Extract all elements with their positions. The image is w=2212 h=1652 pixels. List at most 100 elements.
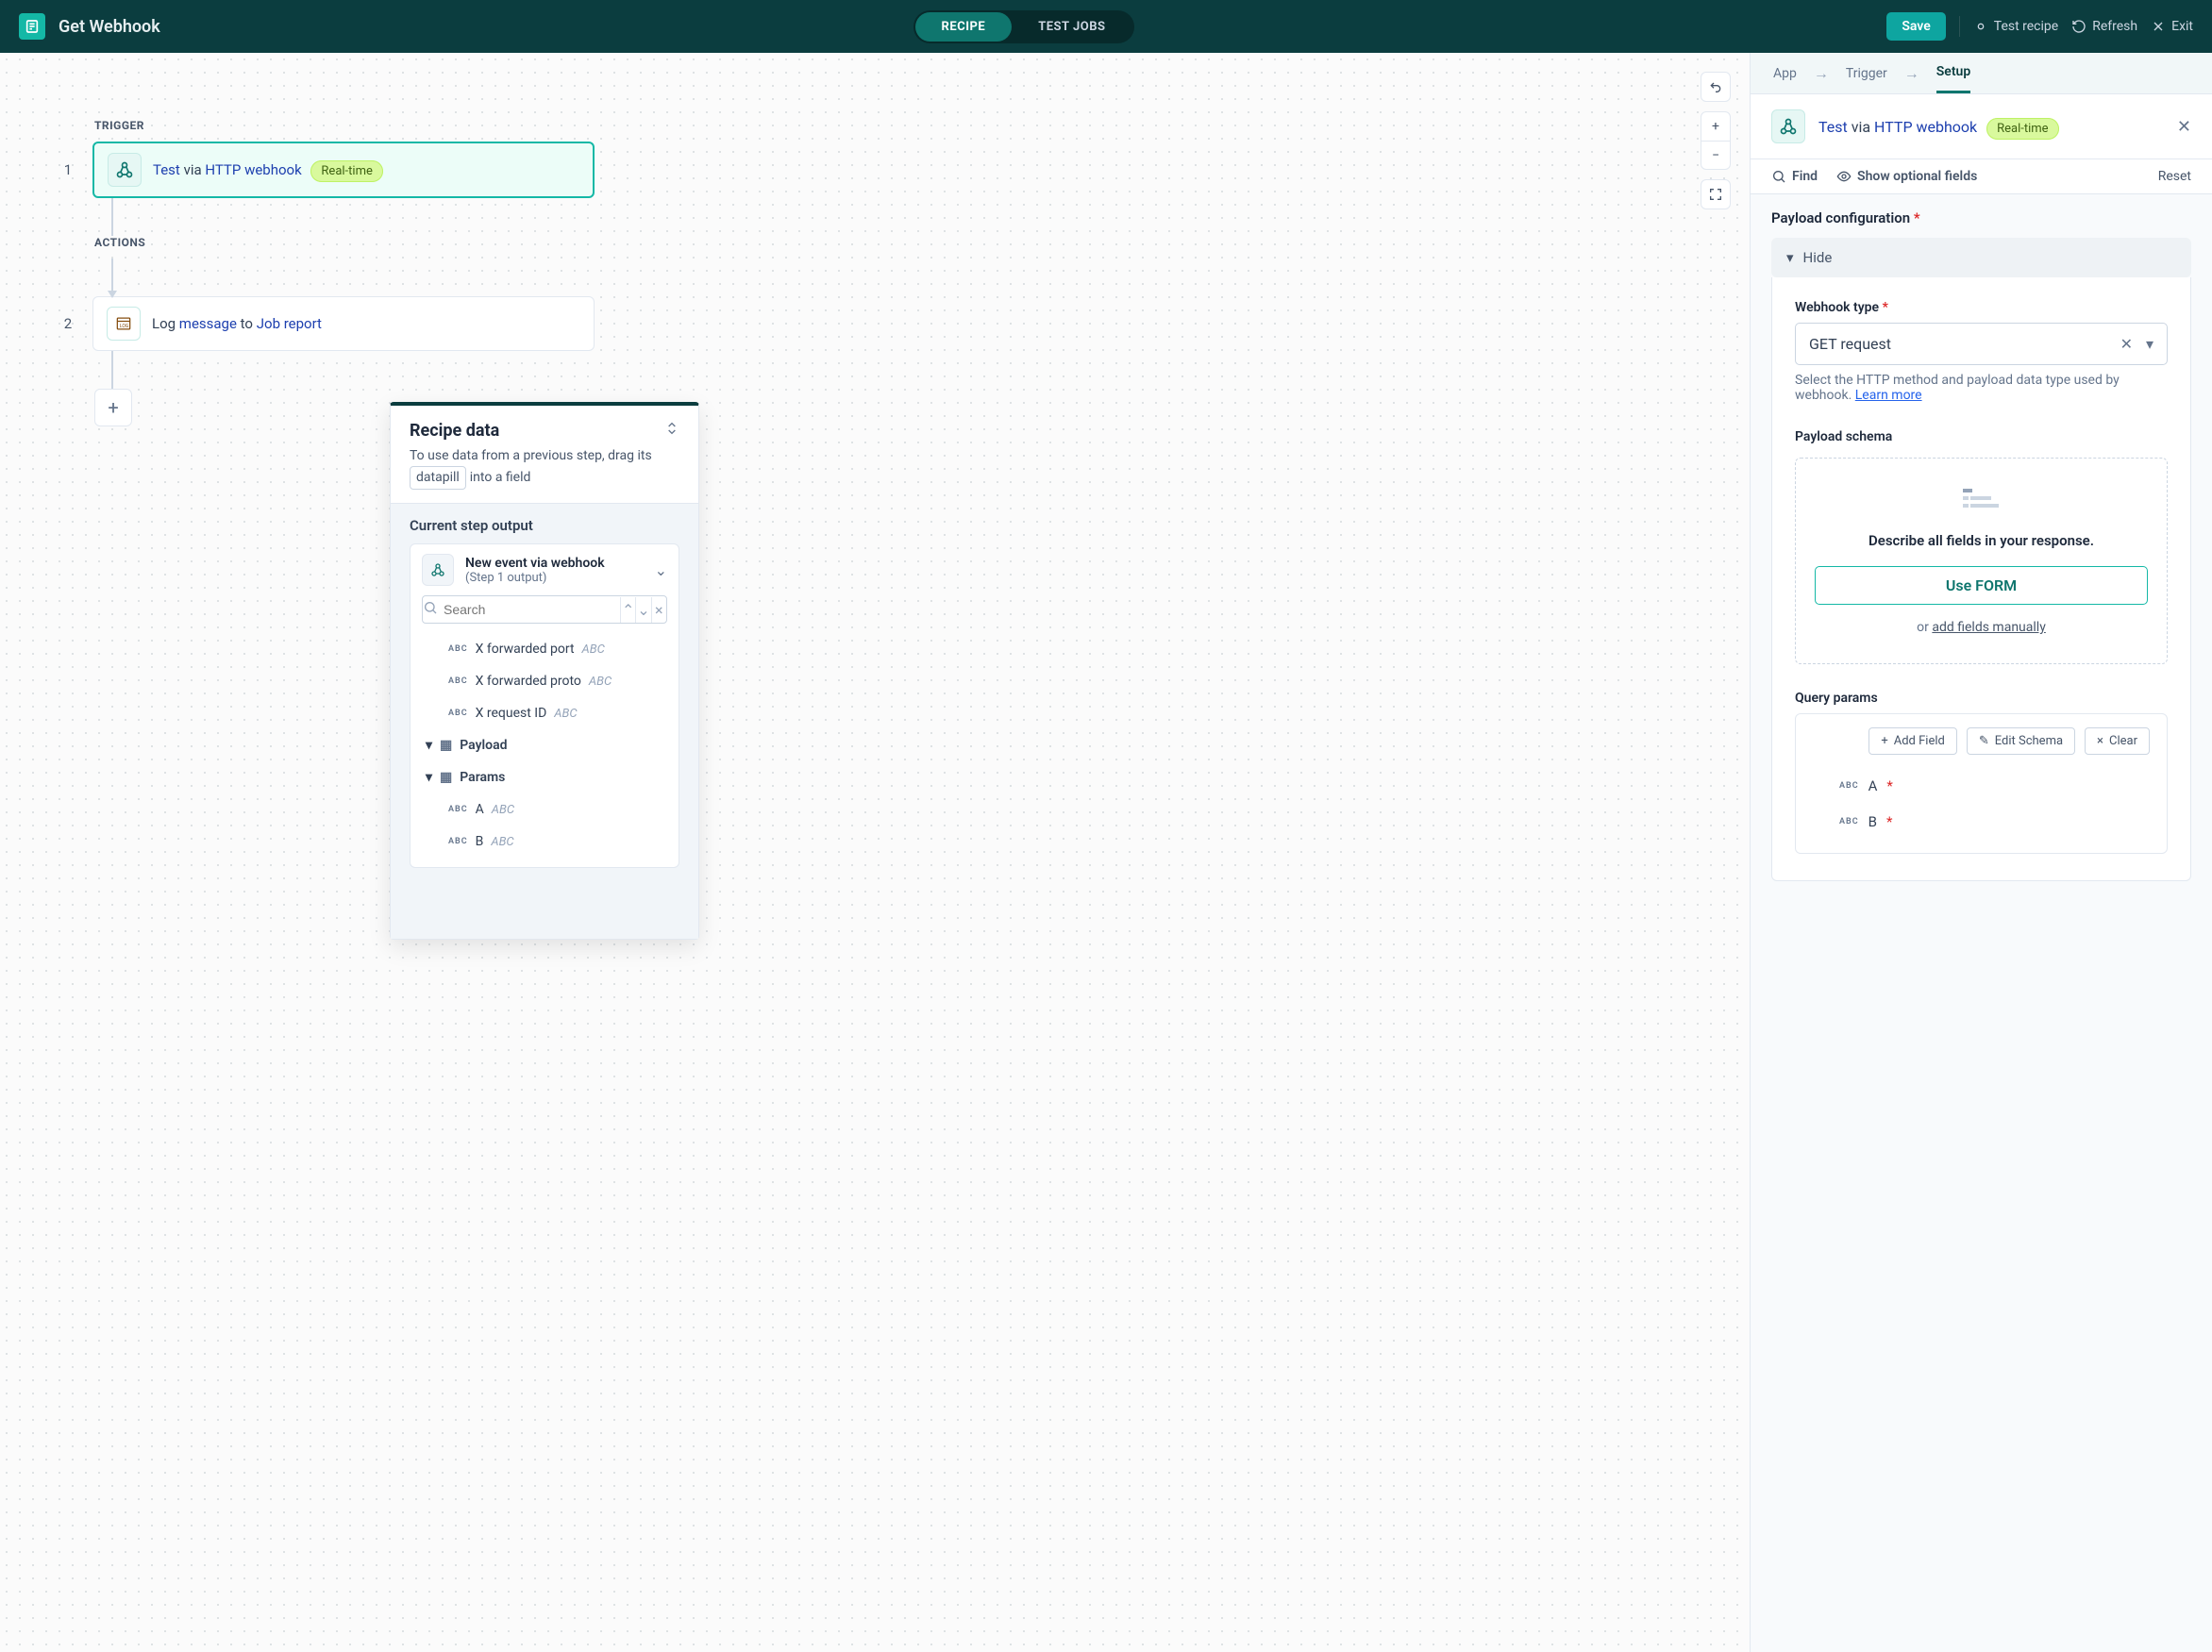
type-abc-icon: ABC <box>1839 817 1859 826</box>
undo-button[interactable] <box>1701 73 1730 101</box>
type-abc-icon: ABC <box>448 644 468 654</box>
recipe-canvas[interactable]: + − TRIGGER 1 Test via <box>0 53 1750 1652</box>
page-title: Get Webhook <box>59 17 160 37</box>
payload-config-title: Payload configuration * <box>1771 209 2191 226</box>
reset-button[interactable]: Reset <box>2158 169 2191 184</box>
clear-search-button[interactable]: × <box>651 597 666 623</box>
datapill-item[interactable]: ABC X forwarded port ABC <box>422 633 667 665</box>
test-recipe-label: Test recipe <box>1994 19 2058 34</box>
actions-section-label: ACTIONS <box>94 236 595 249</box>
tab-test-jobs[interactable]: TEST JOBS <box>1012 12 1131 42</box>
exit-label: Exit <box>2171 19 2193 34</box>
zoom-in-button[interactable]: + <box>1701 112 1730 141</box>
exit-button[interactable]: Exit <box>2151 19 2193 34</box>
learn-more-link[interactable]: Learn more <box>1855 388 1922 403</box>
pencil-icon: ✎ <box>1979 734 1989 748</box>
chevron-down-icon: ⌄ <box>655 561 667 579</box>
output-sub: (Step 1 output) <box>465 571 605 585</box>
webhook-type-help: Select the HTTP method and payload data … <box>1795 373 2168 403</box>
datapill-item[interactable]: ABC A ABC <box>422 793 667 826</box>
fit-button[interactable] <box>1701 180 1730 209</box>
connector-arrow <box>111 259 113 296</box>
type-abc-icon: ABC <box>448 837 468 846</box>
view-segmented: RECIPE TEST JOBS <box>913 10 1134 43</box>
log-icon: LOG <box>107 307 141 341</box>
add-step-button[interactable]: + <box>94 389 132 426</box>
expand-icon[interactable] <box>664 421 679 441</box>
caret-down-icon: ▾ <box>1786 249 1794 266</box>
caret-down-icon: ▾ <box>426 770 432 785</box>
trigger-step-text: Test via HTTP webhook Real-time <box>153 161 383 178</box>
next-button[interactable]: ⌄ <box>635 597 650 623</box>
prev-button[interactable]: ⌃ <box>620 597 635 623</box>
query-param-row[interactable]: ABC B* <box>1813 804 2150 840</box>
config-tabs: App → Trigger → Setup <box>1751 53 2212 94</box>
edit-schema-button[interactable]: ✎Edit Schema <box>1967 727 2075 755</box>
type-abc-icon: ABC <box>448 709 468 718</box>
clear-button[interactable]: ×Clear <box>2085 727 2150 755</box>
svg-text:LOG: LOG <box>120 324 129 329</box>
use-form-button[interactable]: Use FORM <box>1815 566 2148 605</box>
tab-trigger[interactable]: Trigger <box>1846 55 1887 92</box>
datapill-item[interactable]: ABC X forwarded proto ABC <box>422 665 667 697</box>
add-fields-manually-link[interactable]: add fields manually <box>1932 620 2045 635</box>
schema-or: or add fields manually <box>1815 620 2148 635</box>
schema-icon <box>1815 487 2148 519</box>
tab-setup[interactable]: Setup <box>1936 53 1970 93</box>
search-icon <box>423 600 438 619</box>
tab-app[interactable]: App <box>1773 55 1797 92</box>
datapill-chip: datapill <box>410 466 466 490</box>
type-abc-icon: ABC <box>1839 781 1859 791</box>
webhook-icon <box>422 554 454 586</box>
payload-schema-box: Describe all fields in your response. Us… <box>1795 458 2168 664</box>
query-param-row[interactable]: ABC A* <box>1813 768 2150 804</box>
webhook-type-select[interactable]: GET request ✕ ▾ <box>1795 323 2168 365</box>
search-input[interactable] <box>438 596 620 623</box>
output-title: New event via webhook <box>465 556 605 571</box>
clear-select-icon[interactable]: ✕ <box>2120 335 2133 353</box>
close-icon: × <box>2097 734 2103 748</box>
datapill-item[interactable]: ABC B ABC <box>422 826 667 858</box>
action-step-card[interactable]: LOG Log message to Job report <box>92 296 595 351</box>
add-field-button[interactable]: +Add Field <box>1868 727 1957 755</box>
recipe-file-icon <box>19 13 45 40</box>
connector-line <box>111 351 113 389</box>
tab-recipe[interactable]: RECIPE <box>915 12 1013 42</box>
datapill-item[interactable]: ABC X request ID ABC <box>422 697 667 729</box>
datapill-group[interactable]: ▾ ▦ Payload <box>422 729 667 761</box>
refresh-button[interactable]: Refresh <box>2071 19 2137 34</box>
show-optional-button[interactable]: Show optional fields <box>1836 169 1977 184</box>
arrow-icon: → <box>1904 64 1919 83</box>
connector-line <box>111 198 113 236</box>
test-recipe-button[interactable]: Test recipe <box>1973 19 2058 34</box>
object-icon: ▦ <box>440 770 452 785</box>
zoom-out-button[interactable]: − <box>1701 141 1730 169</box>
current-output-label: Current step output <box>410 517 679 534</box>
webhook-type-value: GET request <box>1809 335 1891 353</box>
caret-down-icon[interactable]: ▾ <box>2146 335 2153 353</box>
config-head-text: Test via HTTP webhook Real-time <box>1818 118 2059 136</box>
save-button[interactable]: Save <box>1886 12 1945 41</box>
realtime-badge: Real-time <box>1986 118 2058 140</box>
refresh-label: Refresh <box>2092 19 2137 34</box>
trigger-step-card[interactable]: Test via HTTP webhook Real-time <box>92 142 595 198</box>
trigger-section-label: TRIGGER <box>94 119 595 132</box>
topbar: Get Webhook RECIPE TEST JOBS Save Test r… <box>0 0 2212 53</box>
popover-desc: To use data from a previous step, drag i… <box>410 446 679 490</box>
payload-schema-label: Payload schema <box>1795 429 2168 444</box>
output-source-toggle[interactable]: New event via webhook (Step 1 output) ⌄ <box>411 544 679 595</box>
webhook-icon <box>108 153 142 187</box>
schema-desc: Describe all fields in your response. <box>1815 532 2148 549</box>
datapill-search: ⌃ ⌄ × <box>422 595 667 624</box>
step-number: 1 <box>57 161 79 178</box>
divider <box>1959 16 1960 37</box>
close-panel-button[interactable]: ✕ <box>2177 117 2191 137</box>
find-button[interactable]: Find <box>1771 169 1818 184</box>
object-icon: ▦ <box>440 738 452 753</box>
canvas-controls: + − <box>1701 72 1731 209</box>
arrow-icon: → <box>1814 64 1829 83</box>
recipe-data-popover: Recipe data To use data from a previous … <box>390 402 699 940</box>
collapse-toggle[interactable]: ▾ Hide <box>1771 238 2191 277</box>
step-number: 2 <box>57 315 79 332</box>
datapill-group[interactable]: ▾ ▦ Params <box>422 761 667 793</box>
